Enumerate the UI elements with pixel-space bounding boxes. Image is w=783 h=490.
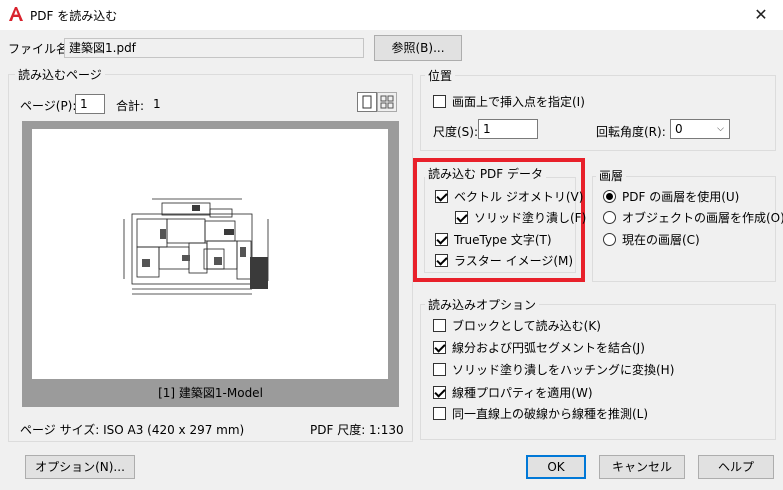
close-icon[interactable]: ✕ — [746, 3, 776, 27]
pdf-data-group-title: 読み込む PDF データ — [425, 165, 547, 182]
pdf-scale-text: PDF 尺度: 1:130 — [310, 423, 404, 437]
preview-paper — [32, 129, 388, 379]
layers-group-title: 画層 — [596, 167, 627, 184]
import-as-block-checkbox[interactable]: ブロックとして読み込む(K) — [433, 317, 601, 334]
thumbnail-view-button[interactable] — [377, 92, 397, 112]
ok-button[interactable]: OK — [526, 455, 586, 479]
specify-onscreen-checkbox[interactable]: 画面上で挿入点を指定(I) — [433, 93, 585, 110]
page-size-text: ページ サイズ: ISO A3 (420 x 297 mm) — [20, 423, 245, 437]
create-object-layers-label: オブジェクトの画層を作成(O) — [622, 211, 783, 225]
position-group-title: 位置 — [425, 67, 456, 84]
truetype-text-checkbox[interactable]: TrueType 文字(T) — [435, 231, 552, 248]
join-segments-box[interactable] — [433, 341, 446, 354]
import-as-block-label: ブロックとして読み込む(K) — [452, 319, 601, 333]
browse-button[interactable]: 参照(B)... — [374, 35, 462, 61]
page-input[interactable]: 1 — [75, 94, 105, 114]
floor-plan-drawing — [123, 198, 269, 295]
specify-onscreen-label: 画面上で挿入点を指定(I) — [452, 95, 585, 109]
thumbnail-grid-icon — [380, 95, 394, 109]
solid-to-hatch-checkbox[interactable]: ソリッド塗り潰しをハッチングに変換(H) — [433, 361, 674, 378]
use-pdf-layers-dot[interactable] — [603, 190, 616, 203]
single-page-view-button[interactable] — [357, 92, 377, 112]
raster-image-checkbox[interactable]: ラスター イメージ(M) — [435, 252, 573, 269]
import-options-group-title: 読み込みオプション — [425, 296, 540, 313]
vector-geometry-box[interactable] — [435, 190, 448, 203]
title-bar — [0, 0, 783, 30]
current-layer-radio[interactable]: 現在の画層(C) — [603, 231, 700, 248]
truetype-text-label: TrueType 文字(T) — [454, 233, 552, 247]
vector-geometry-label: ベクトル ジオメトリ(V) — [454, 190, 584, 204]
truetype-text-box[interactable] — [435, 233, 448, 246]
apply-linetype-box[interactable] — [433, 386, 446, 399]
pages-group-title: 読み込むページ — [15, 66, 105, 83]
current-layer-dot[interactable] — [603, 233, 616, 246]
apply-linetype-checkbox[interactable]: 線種プロパティを適用(W) — [433, 384, 593, 401]
specify-onscreen-box[interactable] — [433, 95, 446, 108]
cancel-button[interactable]: キャンセル — [599, 455, 685, 479]
rotation-label: 回転角度(R): — [596, 125, 666, 139]
vector-geometry-checkbox[interactable]: ベクトル ジオメトリ(V) — [435, 188, 583, 205]
join-segments-checkbox[interactable]: 線分および円弧セグメントを結合(J) — [433, 339, 645, 356]
rotation-value: 0 — [675, 122, 683, 136]
solid-to-hatch-box[interactable] — [433, 363, 446, 376]
create-object-layers-radio[interactable]: オブジェクトの画層を作成(O) — [603, 209, 783, 226]
join-segments-label: 線分および円弧セグメントを結合(J) — [452, 341, 645, 355]
solid-fill-checkbox[interactable]: ソリッド塗り潰し(F) — [455, 209, 586, 226]
rotation-select[interactable]: 0 ⌵ — [670, 119, 730, 139]
help-button[interactable]: ヘルプ — [698, 455, 774, 479]
solid-fill-label: ソリッド塗り潰し(F) — [474, 211, 587, 225]
scale-label: 尺度(S): — [433, 125, 479, 139]
infer-linetype-checkbox[interactable]: 同一直線上の破線から線種を推測(L) — [433, 405, 648, 422]
create-object-layers-dot[interactable] — [603, 211, 616, 224]
scale-input[interactable]: 1 — [478, 119, 538, 139]
use-pdf-layers-label: PDF の画層を使用(U) — [622, 190, 740, 204]
single-page-icon — [362, 95, 372, 109]
total-label: 合計: — [116, 99, 145, 113]
solid-fill-box[interactable] — [455, 211, 468, 224]
current-layer-label: 現在の画層(C) — [622, 233, 700, 247]
autocad-logo-icon — [9, 7, 23, 21]
window-title: PDF を読み込む — [30, 9, 118, 23]
raster-image-label: ラスター イメージ(M) — [454, 254, 574, 268]
solid-to-hatch-label: ソリッド塗り潰しをハッチングに変換(H) — [452, 363, 675, 377]
file-name-field[interactable]: 建築図1.pdf — [64, 38, 364, 58]
use-pdf-layers-radio[interactable]: PDF の画層を使用(U) — [603, 188, 739, 205]
preview-caption: [1] 建築図1-Model — [158, 386, 263, 400]
file-name-label: ファイル名: — [8, 42, 73, 56]
total-value: 1 — [153, 97, 161, 111]
infer-linetype-label: 同一直線上の破線から線種を推測(L) — [452, 407, 649, 421]
chevron-down-icon: ⌵ — [717, 124, 724, 134]
page-label: ページ(P): — [20, 99, 77, 113]
import-as-block-box[interactable] — [433, 319, 446, 332]
infer-linetype-box[interactable] — [433, 407, 446, 420]
apply-linetype-label: 線種プロパティを適用(W) — [452, 386, 593, 400]
options-button[interactable]: オプション(N)... — [25, 455, 135, 479]
raster-image-box[interactable] — [435, 254, 448, 267]
